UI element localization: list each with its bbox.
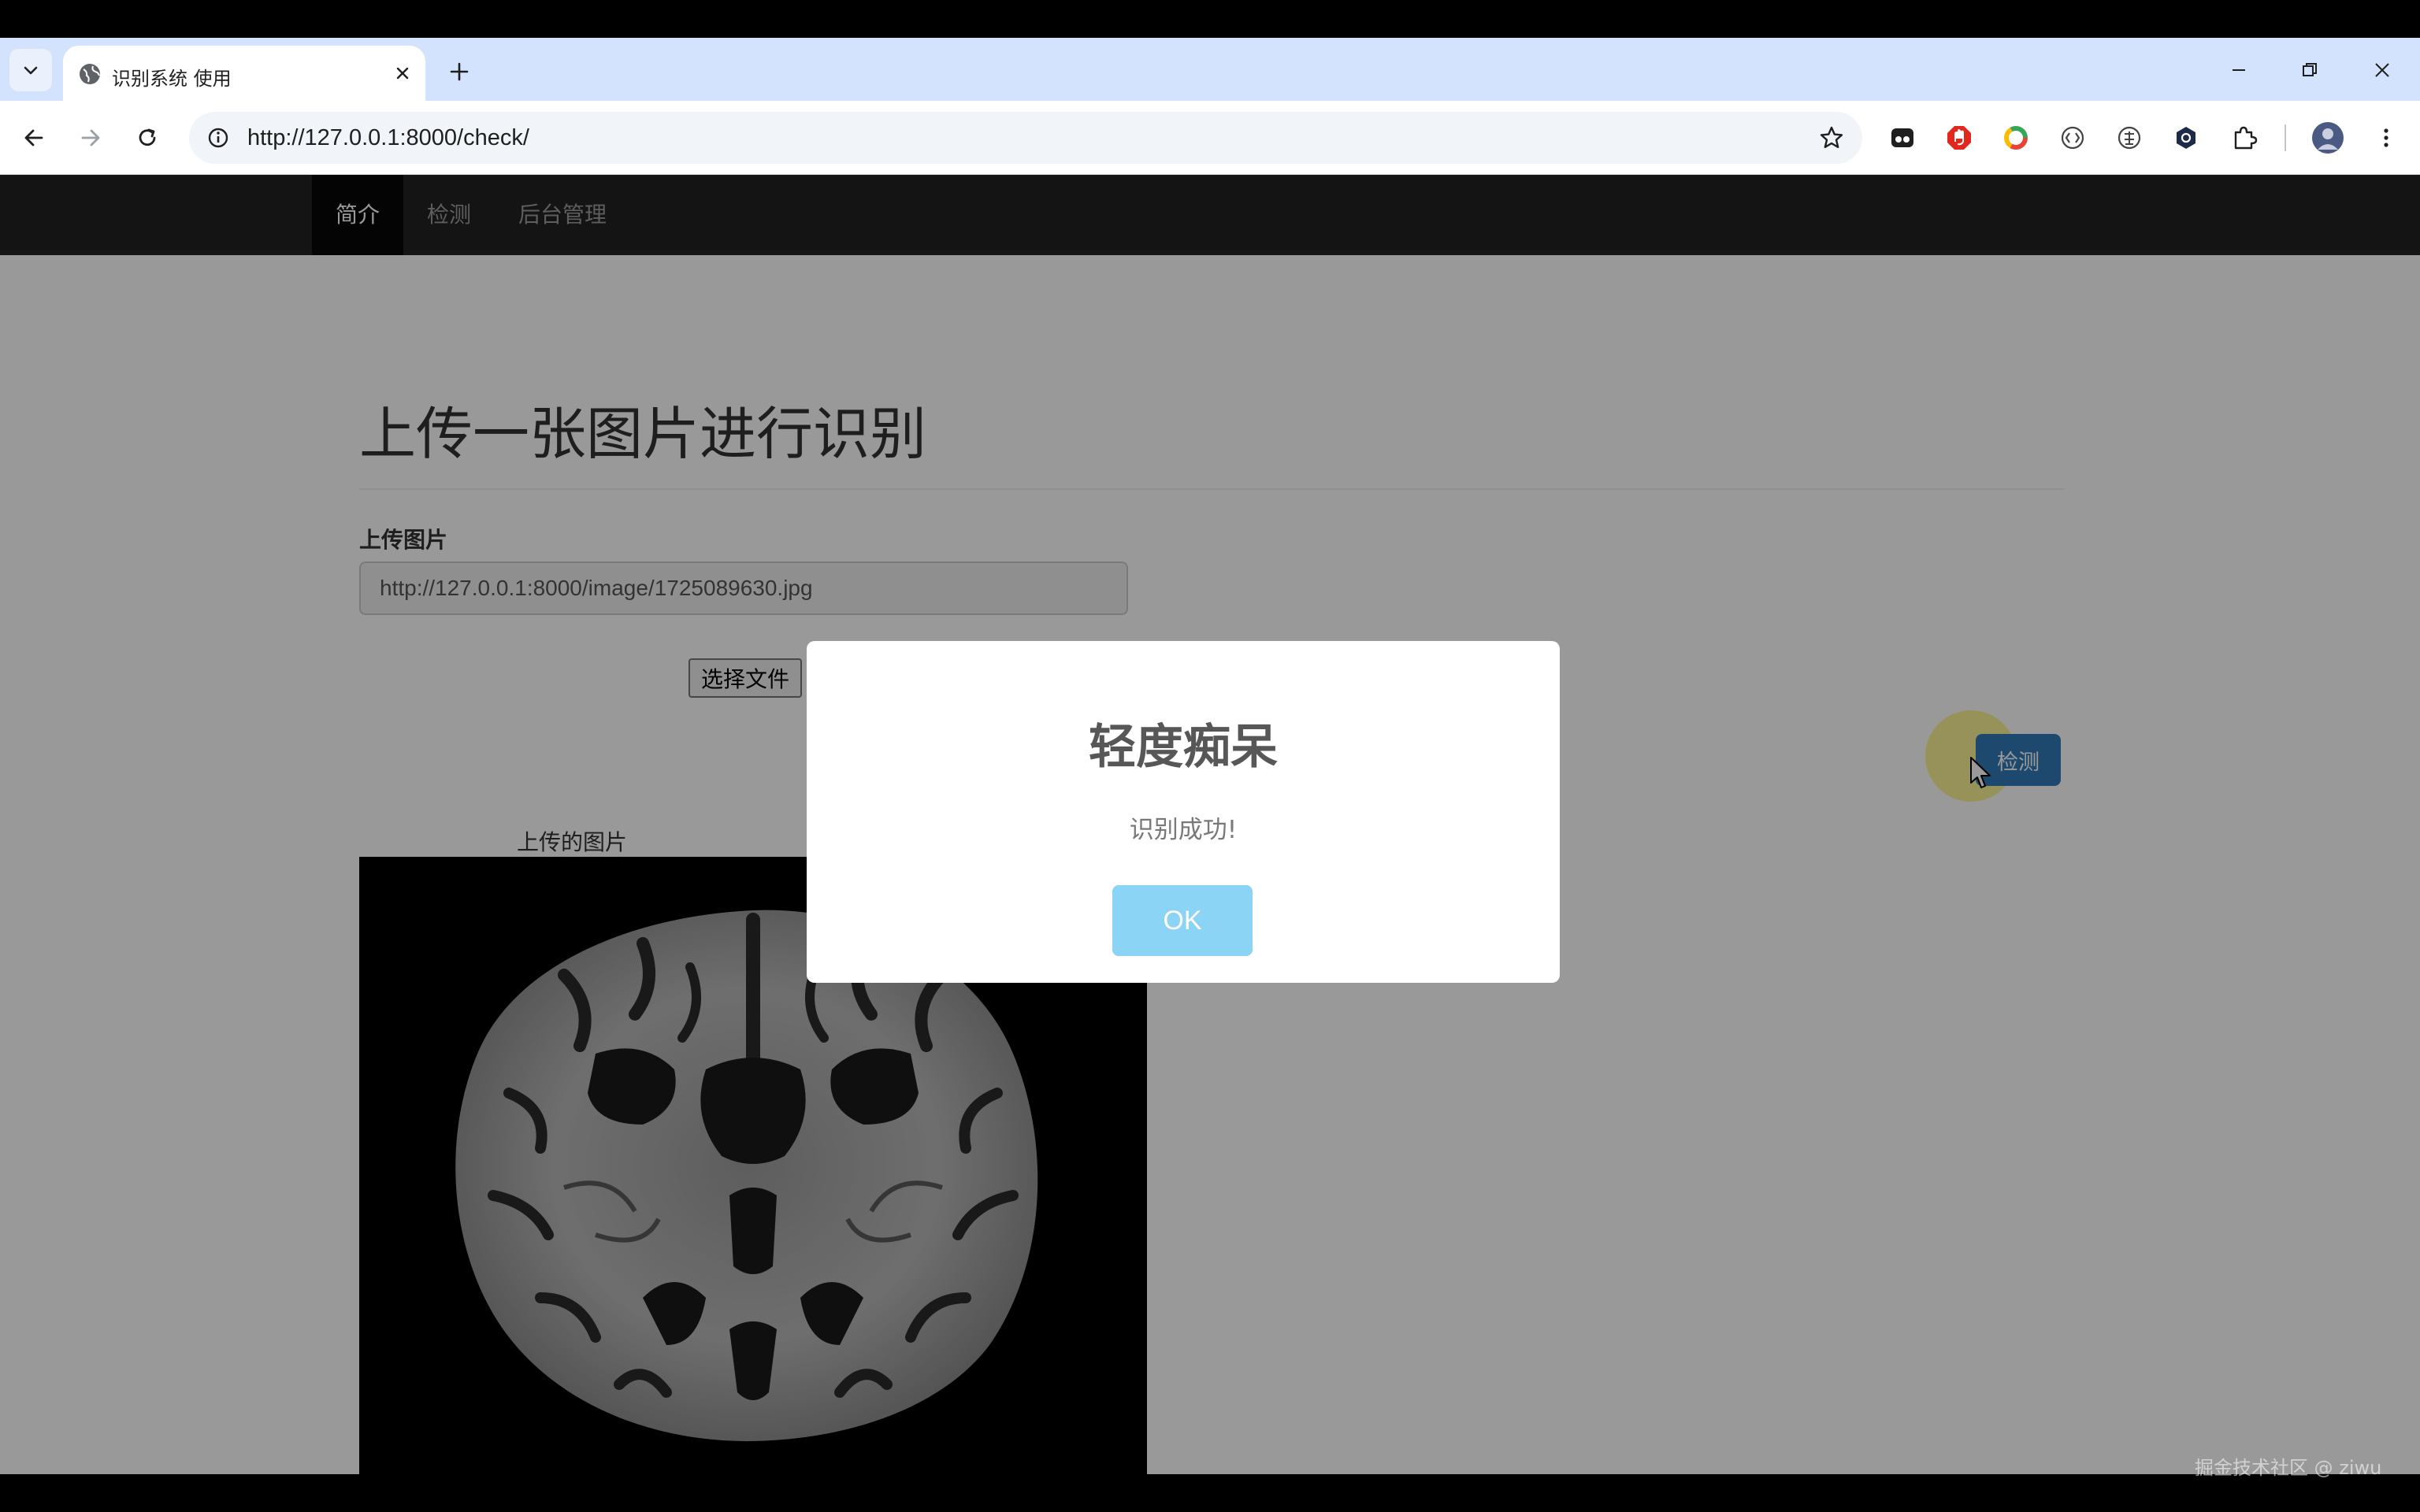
info-icon [208, 128, 228, 148]
modal-result-title: 轻度痴呆 [1089, 720, 1278, 775]
site-info-button[interactable] [203, 123, 233, 153]
arrow-right-icon [81, 129, 100, 146]
arrow-left-icon [24, 129, 43, 146]
minimize-button[interactable] [2217, 50, 2261, 90]
bookmark-star-button[interactable] [1817, 123, 1847, 153]
browser-menu-button[interactable] [2368, 120, 2404, 156]
close-icon [396, 67, 409, 80]
color-ring-icon [2004, 126, 2028, 150]
profile-avatar[interactable] [2310, 120, 2346, 156]
forward-button[interactable] [71, 118, 110, 158]
reload-button[interactable] [128, 118, 167, 158]
back-button[interactable] [14, 118, 54, 158]
screen-bottom-border [0, 1474, 2420, 1512]
puzzle-icon [2234, 126, 2258, 150]
close-icon [2375, 63, 2389, 77]
result-modal: 轻度痴呆 识别成功! OK [807, 641, 1560, 983]
screen-top-border [0, 0, 2420, 38]
extensions-menu-button[interactable] [2226, 120, 2262, 156]
extension-3-button[interactable] [1998, 120, 2034, 156]
seal-icon [2118, 126, 2141, 150]
star-icon [1820, 126, 1843, 148]
tab-search-button[interactable] [9, 49, 52, 91]
watermark-text: 掘金技术社区 @ ziwu [2195, 1457, 2382, 1479]
toolbar-separator [2285, 124, 2286, 151]
browser-toolbar: http://127.0.0.1:8000/check/ [0, 101, 2420, 175]
extension-5-button[interactable] [2111, 120, 2147, 156]
tab-close-button[interactable] [388, 58, 418, 88]
globe-icon [80, 64, 100, 84]
url-text[interactable]: http://127.0.0.1:8000/check/ [247, 125, 529, 151]
ok-button[interactable]: OK [1112, 885, 1253, 956]
close-window-button[interactable] [2360, 50, 2404, 90]
address-bar[interactable]: http://127.0.0.1:8000/check/ [189, 112, 1862, 164]
extension-2-button[interactable] [1941, 120, 1977, 156]
chevron-down-icon [24, 66, 38, 75]
restore-icon [2303, 63, 2317, 76]
more-vertical-icon [2384, 128, 2388, 147]
new-tab-button[interactable] [441, 54, 477, 90]
modal-message: 识别成功! [1129, 816, 1238, 844]
plus-icon [450, 62, 469, 81]
code-bracket-icon [2061, 126, 2084, 150]
avatar-icon [2312, 122, 2344, 154]
extension-6-button[interactable] [2168, 120, 2204, 156]
web-page: 简介 检测 后台管理 上传一张图片进行识别 上传图片 选择文件 检测 上传的图片 [0, 175, 2420, 1474]
extension-dark-icon [1891, 128, 1913, 147]
extension-1-button[interactable] [1884, 120, 1921, 156]
browser-tab-strip: 识别系统 使用 [0, 38, 2420, 101]
hexagon-icon [2177, 127, 2195, 149]
extension-4-button[interactable] [2054, 120, 2091, 156]
tab-title: 识别系统 使用 [112, 68, 232, 90]
reload-icon [139, 128, 156, 146]
ad-block-icon [1947, 126, 1971, 150]
restore-button[interactable] [2288, 50, 2332, 90]
browser-tab-active[interactable]: 识别系统 使用 [63, 46, 425, 101]
minimize-icon [2233, 69, 2245, 71]
